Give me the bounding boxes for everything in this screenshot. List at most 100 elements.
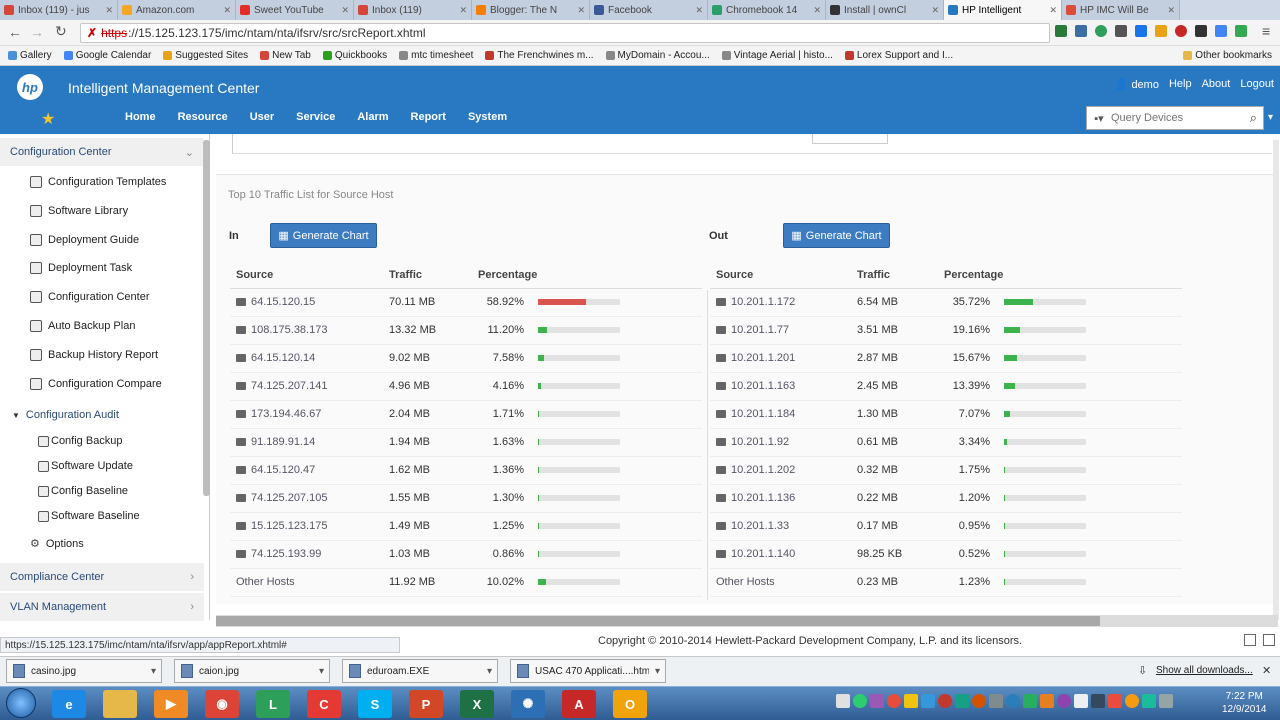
network-icon[interactable]: L: [256, 690, 290, 718]
ie-icon[interactable]: e: [52, 690, 86, 718]
tray-icon[interactable]: [989, 694, 1003, 708]
tray-icon[interactable]: [972, 694, 986, 708]
sidebar-section-configuration-center[interactable]: Configuration Center ⌄: [0, 138, 204, 166]
browser-tab[interactable]: Inbox (119) - jus ✕: [0, 0, 118, 20]
bookmark-item[interactable]: New Tab: [260, 50, 311, 61]
back-icon[interactable]: ←: [8, 24, 22, 40]
extension-icon[interactable]: [1075, 25, 1087, 37]
sidebar-group-configuration-audit[interactable]: ▼ Configuration Audit: [12, 409, 119, 421]
popout-icon[interactable]: [1263, 634, 1275, 646]
tray-icon[interactable]: [1108, 694, 1122, 708]
col-percentage[interactable]: Percentage: [472, 262, 702, 289]
query-devices-box[interactable]: ▪▾ ⌕: [1086, 106, 1264, 130]
browser-tab[interactable]: Amazon.com ✕: [118, 0, 236, 20]
maximize-icon[interactable]: [1244, 634, 1256, 646]
tray-icon[interactable]: [1159, 694, 1173, 708]
tray-icon[interactable]: [1040, 694, 1054, 708]
extension-icon[interactable]: [1195, 25, 1207, 37]
table-row[interactable]: 10.201.1.140 98.25 KB 0.52%: [710, 540, 1182, 569]
help-link[interactable]: Help: [1169, 78, 1192, 91]
col-traffic[interactable]: Traffic: [851, 262, 938, 289]
table-row[interactable]: 74.125.207.141 4.96 MB 4.16%: [230, 372, 702, 401]
bookmark-item[interactable]: Lorex Support and I...: [844, 50, 953, 61]
extension-icon[interactable]: [1235, 25, 1247, 37]
nav-resource[interactable]: Resource: [167, 111, 239, 123]
tray-icon[interactable]: [1023, 694, 1037, 708]
tray-icon[interactable]: [836, 694, 850, 708]
sidebar-item[interactable]: Deployment Task: [30, 262, 132, 275]
menu-icon[interactable]: ≡: [1262, 23, 1270, 39]
browser-tab[interactable]: Facebook ✕: [590, 0, 708, 20]
caret-down-icon[interactable]: ▾: [319, 666, 329, 677]
chrome-icon[interactable]: ◉: [205, 690, 239, 718]
browser-tab[interactable]: Install | ownCl ✕: [826, 0, 944, 20]
sidebar-item[interactable]: Deployment Guide: [30, 233, 139, 246]
nav-system[interactable]: System: [457, 111, 518, 123]
table-row[interactable]: 64.15.120.14 9.02 MB 7.58%: [230, 344, 702, 373]
bookmark-item[interactable]: Quickbooks: [322, 50, 387, 61]
favorites-star-icon[interactable]: ★: [41, 109, 55, 129]
main-vscroll-track[interactable]: [1273, 140, 1279, 620]
close-downloads-icon[interactable]: ✕: [1262, 664, 1271, 677]
forward-icon[interactable]: →: [30, 24, 44, 40]
table-row[interactable]: 64.15.120.47 1.62 MB 1.36%: [230, 456, 702, 485]
show-all-downloads-link[interactable]: Show all downloads...: [1156, 665, 1253, 676]
tab-close-icon[interactable]: ✕: [1167, 5, 1175, 16]
sidebar-section-compliance-center[interactable]: Compliance Center ›: [0, 563, 204, 591]
extension-icon[interactable]: [1215, 25, 1227, 37]
extension-icon[interactable]: [1175, 25, 1187, 37]
tab-close-icon[interactable]: ✕: [223, 5, 231, 16]
bookmark-item[interactable]: Gallery: [8, 50, 52, 61]
col-percentage[interactable]: Percentage: [938, 262, 1182, 289]
table-row[interactable]: Other Hosts 11.92 MB 10.02%: [230, 568, 702, 597]
tray-icon[interactable]: [887, 694, 901, 708]
table-row[interactable]: 10.201.1.77 3.51 MB 19.16%: [710, 316, 1182, 345]
sidebar-item[interactable]: Backup History Report: [30, 348, 158, 361]
sidebar-scrollbar[interactable]: [203, 140, 210, 496]
caret-down-icon[interactable]: ▾: [151, 666, 161, 677]
audit-item[interactable]: Software Update: [38, 460, 133, 472]
sidebar-item[interactable]: Configuration Compare: [30, 377, 162, 390]
tab-close-icon[interactable]: ✕: [695, 5, 703, 16]
tray-icon[interactable]: [1142, 694, 1156, 708]
tray-icon[interactable]: [904, 694, 918, 708]
url-field[interactable]: ✗ https://15.125.123.175/imc/ntam/nta/if…: [80, 23, 1050, 43]
table-row[interactable]: 10.201.1.33 0.17 MB 0.95%: [710, 512, 1182, 541]
tab-close-icon[interactable]: ✕: [459, 5, 467, 16]
other-bookmarks[interactable]: Other bookmarks: [1183, 50, 1280, 61]
acrobat-icon[interactable]: A: [562, 690, 596, 718]
tray-icon[interactable]: [1074, 694, 1088, 708]
bookmark-item[interactable]: The Frenchwines m...: [485, 50, 594, 61]
extension-icon[interactable]: [1155, 25, 1167, 37]
tray-icon[interactable]: [853, 694, 867, 708]
bookmark-item[interactable]: Google Calendar: [63, 50, 151, 61]
table-row[interactable]: 10.201.1.136 0.22 MB 1.20%: [710, 484, 1182, 513]
audit-item[interactable]: Config Backup: [38, 435, 123, 447]
tray-icon[interactable]: [1125, 694, 1139, 708]
tray-icon[interactable]: [921, 694, 935, 708]
table-row[interactable]: 10.201.1.92 0.61 MB 3.34%: [710, 428, 1182, 457]
horizontal-scrollbar-thumb[interactable]: [216, 616, 1100, 626]
extension-icon[interactable]: [1115, 25, 1127, 37]
table-row[interactable]: 173.194.46.67 2.04 MB 1.71%: [230, 400, 702, 429]
download-item[interactable]: USAC 470 Applicati....html ▾: [510, 659, 666, 683]
table-row[interactable]: 108.175.38.173 13.32 MB 11.20%: [230, 316, 702, 345]
user-link[interactable]: 👤 demo: [1115, 78, 1159, 91]
generate-chart-in-button[interactable]: ▦ Generate Chart: [270, 223, 377, 248]
browser-tab[interactable]: Chromebook 14 ✕: [708, 0, 826, 20]
tab-close-icon[interactable]: ✕: [341, 5, 349, 16]
nav-alarm[interactable]: Alarm: [346, 111, 399, 123]
tray-icon[interactable]: [955, 694, 969, 708]
browser-tab[interactable]: HP Intelligent ✕: [944, 0, 1062, 20]
media-icon[interactable]: ▶: [154, 690, 188, 718]
audit-item[interactable]: Software Baseline: [38, 510, 140, 522]
col-source[interactable]: Source: [230, 262, 383, 289]
bookmark-item[interactable]: Vintage Aerial | histo...: [721, 50, 833, 61]
explorer-icon[interactable]: [103, 690, 137, 718]
collapse-header-icon[interactable]: ▾: [1268, 112, 1273, 123]
nav-user[interactable]: User: [239, 111, 285, 123]
tray-icon[interactable]: [1006, 694, 1020, 708]
sidebar-item[interactable]: Configuration Templates: [30, 176, 166, 188]
table-row[interactable]: 10.201.1.202 0.32 MB 1.75%: [710, 456, 1182, 485]
generate-chart-out-button[interactable]: ▦ Generate Chart: [783, 223, 890, 248]
